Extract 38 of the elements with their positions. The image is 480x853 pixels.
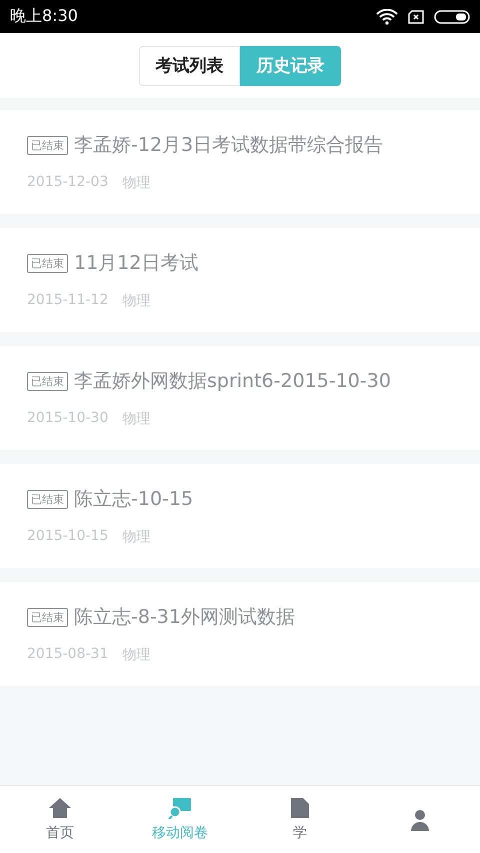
- status-badge: 已结束: [27, 136, 68, 154]
- exam-date: 2015-12-03: [27, 174, 108, 192]
- status-badge: 已结束: [27, 608, 68, 626]
- nav-tab[interactable]: 移动阅卷: [120, 786, 240, 853]
- status-badge: 已结束: [27, 490, 68, 508]
- status-badge: 已结束: [27, 372, 68, 390]
- exam-date: 2015-10-30: [27, 410, 108, 428]
- battery-icon: [434, 10, 470, 24]
- chat-card-icon: [168, 797, 192, 819]
- exam-subject: 物理: [122, 528, 150, 546]
- segment-tab[interactable]: 考试列表: [139, 46, 240, 86]
- exam-subject: 物理: [122, 646, 150, 664]
- exam-card[interactable]: 已结束 陈立志-8-31外网测试数据 2015-08-31 物理: [0, 582, 480, 686]
- exam-card[interactable]: 已结束 11月12日考试 2015-11-12 物理: [0, 228, 480, 332]
- exam-date: 2015-08-31: [27, 646, 108, 664]
- segment-tab[interactable]: 历史记录: [240, 46, 341, 86]
- status-time: 晚上8:30: [10, 6, 78, 27]
- exam-card[interactable]: 已结束 陈立志-10-15 2015-10-15 物理: [0, 464, 480, 568]
- exam-subject: 物理: [122, 174, 150, 192]
- exam-date: 2015-10-15: [27, 528, 108, 546]
- person-icon: [410, 808, 430, 830]
- document-icon: [290, 797, 310, 819]
- exam-subject: 物理: [122, 410, 150, 428]
- wifi-icon: [376, 8, 398, 24]
- status-badge: 已结束: [27, 254, 68, 272]
- exam-card[interactable]: 已结束 李孟娇外网数据sprint6-2015-10-30 2015-10-30 物理: [0, 346, 480, 450]
- home-icon: [48, 797, 72, 819]
- exam-date: 2015-11-12: [27, 292, 108, 310]
- nav-tab[interactable]: 学: [240, 786, 360, 853]
- exam-title: 陈立志-10-15: [74, 487, 194, 512]
- exam-title: 陈立志-8-31外网测试数据: [74, 605, 295, 630]
- exam-title: 11月12日考试: [74, 251, 198, 276]
- exam-card[interactable]: 已结束 李孟娇-12月3日考试数据带综合报告 2015-12-03 物理: [0, 110, 480, 214]
- exam-title: 李孟娇-12月3日考试数据带综合报告: [74, 133, 384, 158]
- no-sim-icon: [408, 10, 424, 24]
- nav-tab[interactable]: 首页: [0, 786, 120, 853]
- exam-subject: 物理: [122, 292, 150, 310]
- exam-title: 李孟娇外网数据sprint6-2015-10-30: [74, 369, 391, 394]
